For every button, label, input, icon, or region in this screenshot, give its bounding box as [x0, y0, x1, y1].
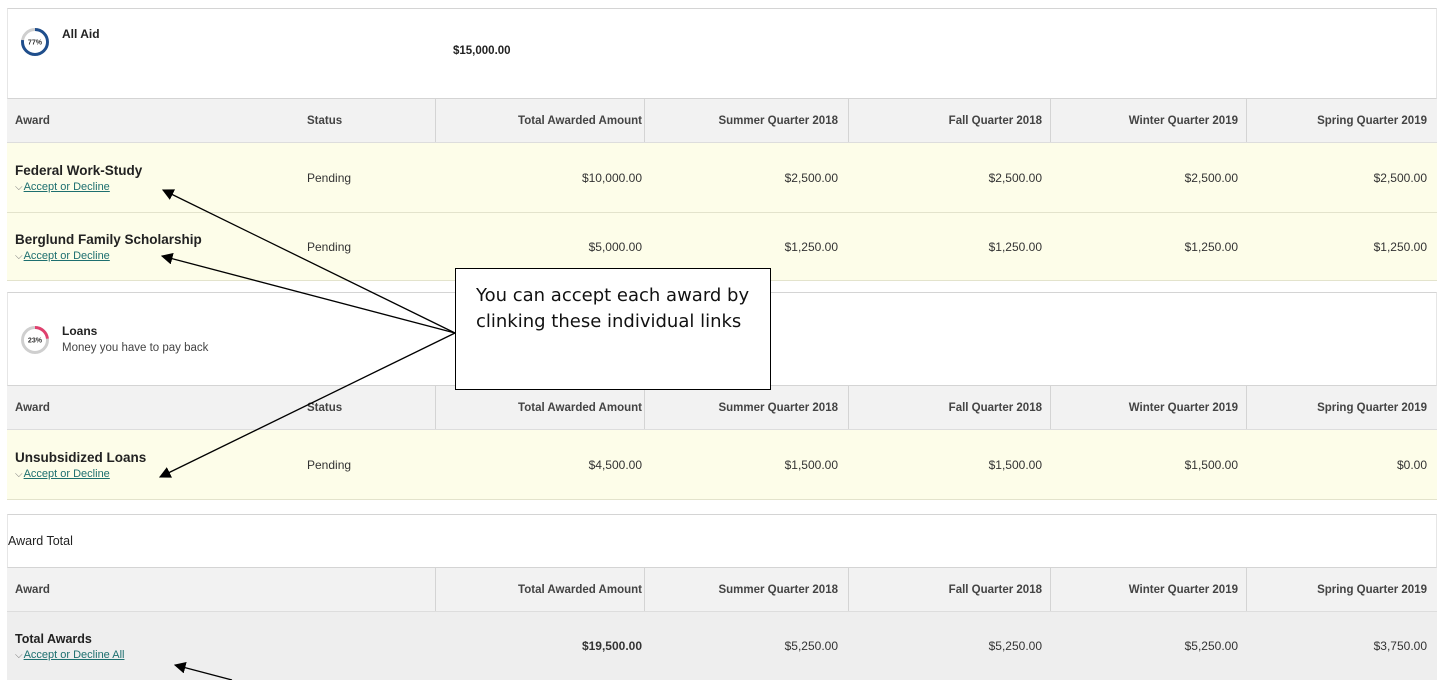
col-q3: Winter Quarter 2019: [1050, 568, 1246, 611]
col-q1: Summer Quarter 2018: [644, 99, 848, 142]
col-q2: Fall Quarter 2018: [848, 386, 1050, 429]
all-aid-percent-ring: 77%: [21, 28, 49, 56]
loans-title: Loans: [62, 324, 98, 338]
col-award: Award: [15, 583, 50, 596]
fall-amount: $5,250.00: [988, 639, 1042, 653]
winter-amount: $5,250.00: [1184, 639, 1238, 653]
all-aid-title: All Aid: [62, 27, 100, 41]
fall-amount: $2,500.00: [988, 170, 1042, 185]
col-q3: Winter Quarter 2019: [1050, 386, 1246, 429]
accept-decline-link[interactable]: ⌵Accept or Decline: [15, 468, 146, 480]
loans-percent: 23%: [28, 337, 43, 345]
status: Pending: [307, 170, 352, 185]
col-q3: Winter Quarter 2019: [1050, 99, 1246, 142]
spring-amount: $3,750.00: [1373, 639, 1427, 653]
winter-amount: $1,500.00: [1184, 457, 1238, 472]
loans-percent-ring: 23%: [21, 326, 49, 354]
col-total: Total Awarded Amount: [435, 568, 644, 611]
winter-amount: $1,250.00: [1184, 239, 1238, 254]
annotation-callout: You can accept each award by clinking th…: [455, 268, 771, 390]
all-aid-percent: 77%: [28, 39, 43, 47]
loans-subtitle: Money you have to pay back: [62, 342, 209, 354]
fall-amount: $1,500.00: [988, 457, 1042, 472]
col-q4: Spring Quarter 2019: [1246, 386, 1437, 429]
col-q2: Fall Quarter 2018: [848, 568, 1050, 611]
grants-column-header: Award Status Total Awarded Amount Summer…: [7, 99, 1437, 143]
loans-column-header: Award Status Total Awarded Amount Summer…: [7, 386, 1437, 430]
total-awards-row: Total Awards ⌵Accept or Decline All $19,…: [7, 612, 1437, 680]
spring-amount: $1,250.00: [1373, 239, 1427, 254]
all-aid-amount: $15,000.00: [453, 45, 511, 57]
col-q4: Spring Quarter 2019: [1246, 99, 1437, 142]
chevron-down-icon: ⌵: [15, 250, 23, 262]
col-q1: Summer Quarter 2018: [644, 568, 848, 611]
status: Pending: [307, 239, 352, 254]
total-amount: $10,000.00: [581, 170, 642, 185]
award-total-header: Award Total: [7, 514, 1437, 568]
award-row-federal-work-study: Federal Work-Study ⌵Accept or Decline Pe…: [7, 143, 1437, 213]
col-award: Award: [15, 114, 50, 127]
all-aid-header: 77% All Aid $15,000.00: [7, 8, 1437, 99]
col-q1: Summer Quarter 2018: [644, 386, 848, 429]
award-row-unsubsidized-loans: Unsubsidized Loans ⌵Accept or Decline Pe…: [7, 430, 1437, 500]
summer-amount: $2,500.00: [784, 170, 838, 185]
accept-decline-link[interactable]: ⌵Accept or Decline: [15, 181, 142, 193]
col-award: Award: [15, 401, 50, 414]
col-q4: Spring Quarter 2019: [1246, 568, 1437, 611]
summer-amount: $5,250.00: [784, 639, 838, 653]
award-name: Total Awards: [15, 631, 92, 646]
spring-amount: $0.00: [1396, 457, 1427, 472]
totals-column-header: Award Total Awarded Amount Summer Quarte…: [7, 568, 1437, 612]
total-amount: $19,500.00: [581, 639, 642, 653]
winter-amount: $2,500.00: [1184, 170, 1238, 185]
award-name: Berglund Family Scholarship: [15, 231, 202, 247]
total-amount: $4,500.00: [588, 457, 642, 472]
chevron-down-icon: ⌵: [15, 181, 23, 193]
award-name: Federal Work-Study: [15, 162, 143, 178]
chevron-down-icon: ⌵: [15, 468, 23, 480]
col-q2: Fall Quarter 2018: [848, 99, 1050, 142]
summer-amount: $1,500.00: [784, 457, 838, 472]
award-total-title: Award Total: [8, 534, 73, 548]
chevron-down-icon: ⌵: [15, 649, 23, 661]
col-total: Total Awarded Amount: [435, 99, 644, 142]
accept-decline-all-link[interactable]: ⌵Accept or Decline All: [15, 649, 124, 661]
award-name: Unsubsidized Loans: [15, 449, 147, 465]
accept-decline-link[interactable]: ⌵Accept or Decline: [15, 250, 202, 262]
col-status: Status: [307, 114, 343, 127]
spring-amount: $2,500.00: [1373, 170, 1427, 185]
col-total: Total Awarded Amount: [435, 386, 644, 429]
status: Pending: [307, 457, 352, 472]
fall-amount: $1,250.00: [988, 239, 1042, 254]
col-status: Status: [307, 401, 343, 414]
